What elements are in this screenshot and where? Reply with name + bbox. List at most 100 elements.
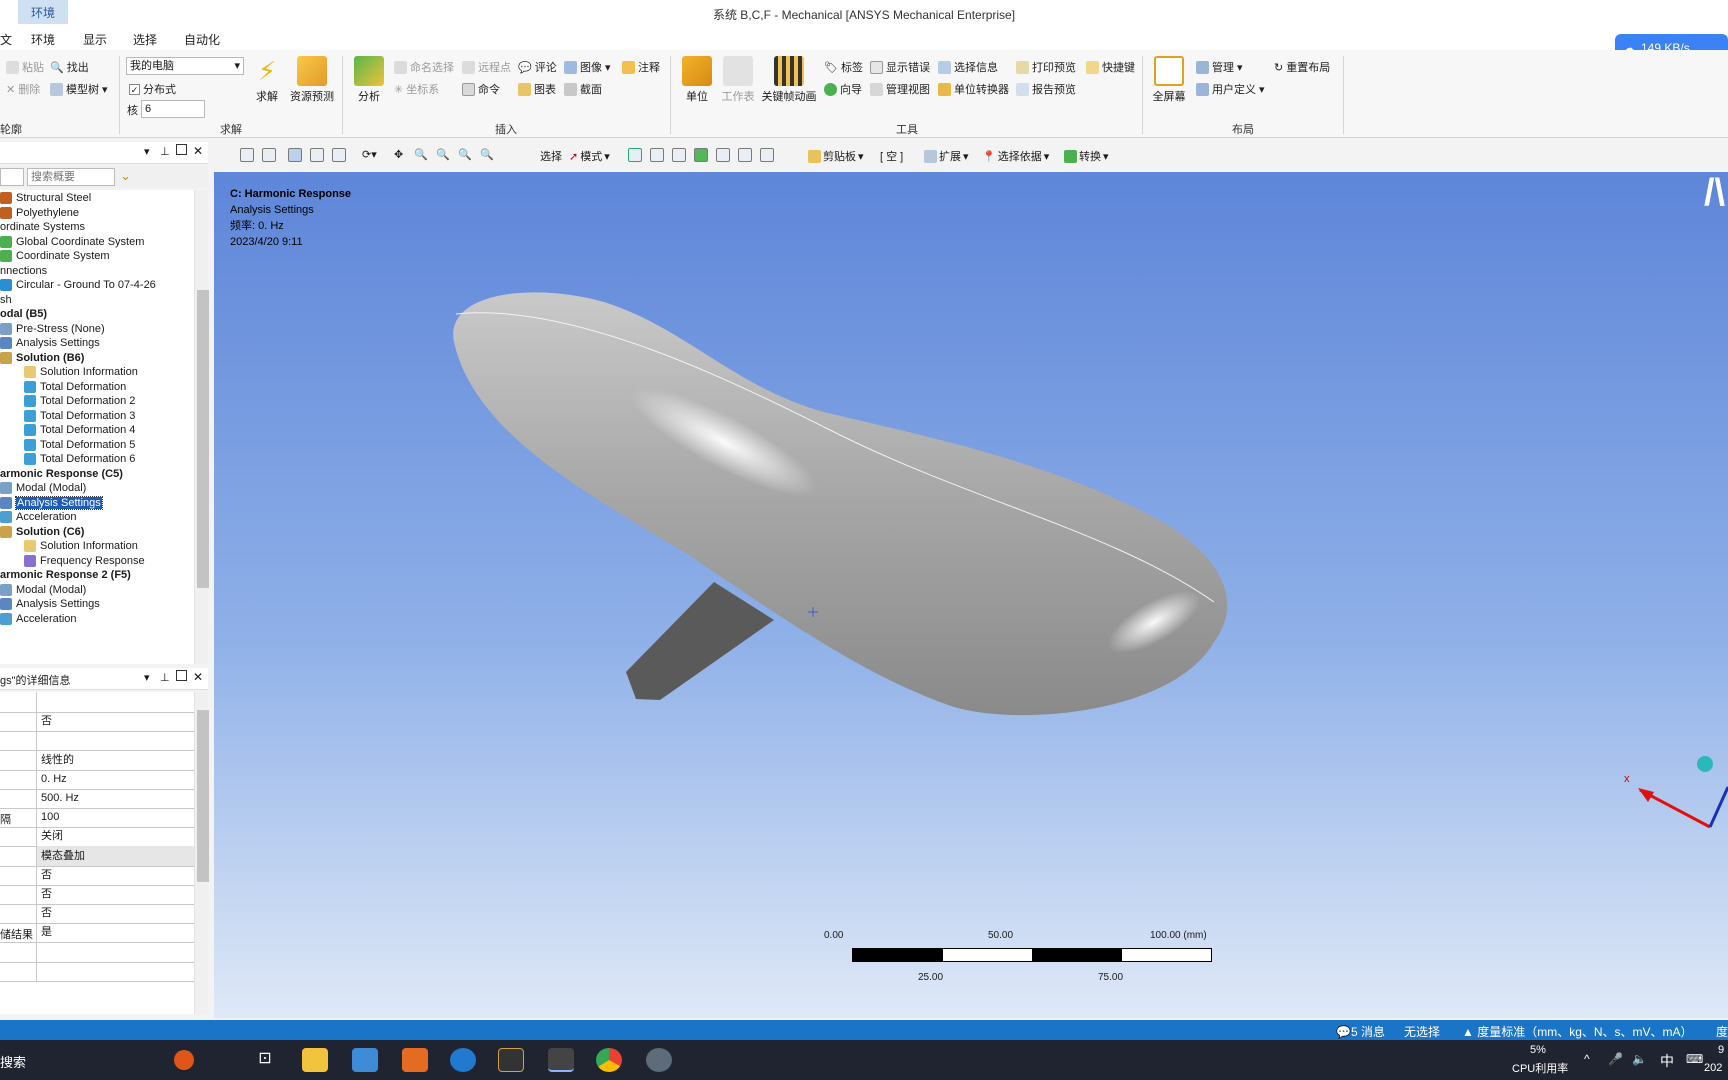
cores-input[interactable]: 6 — [141, 100, 205, 118]
details-value[interactable] — [36, 730, 194, 751]
details-value[interactable]: 线性的 — [36, 749, 194, 770]
details-scrollbar[interactable] — [194, 692, 209, 1014]
details-row[interactable] — [0, 692, 194, 713]
chart-button[interactable]: 图表 — [518, 81, 556, 97]
details-value[interactable]: 模态叠加 — [36, 845, 194, 866]
unit-converter-button[interactable]: 单位转换器 — [938, 81, 1009, 97]
details-row[interactable]: 模态叠加 — [0, 845, 194, 867]
zoom-out-icon[interactable]: 🔍 — [436, 148, 450, 161]
tab-file[interactable]: 文 — [0, 31, 12, 48]
shortcuts-button[interactable]: 快捷键 — [1086, 59, 1135, 75]
model-tree-button[interactable]: 模型树 ▾ — [50, 81, 108, 97]
details-value[interactable]: 否 — [36, 884, 194, 904]
reset-layout-button[interactable]: ↻ 重置布局 — [1274, 59, 1330, 75]
fullscreen-button[interactable]: 全屏幕 — [1150, 56, 1188, 104]
details-value[interactable]: 否 — [36, 903, 194, 924]
resource-prediction-button[interactable]: 资源预测 — [288, 56, 336, 104]
zoom-in-icon[interactable]: 🔍 — [414, 148, 428, 161]
details-row[interactable] — [0, 960, 194, 982]
details-row[interactable]: 线性的 — [0, 749, 194, 771]
worksheet-button[interactable]: 工作表 — [720, 56, 756, 104]
pin-icon[interactable]: ⊥ — [160, 671, 170, 684]
app-icon[interactable] — [174, 1050, 194, 1070]
details-row[interactable]: 隔 100 — [0, 807, 194, 829]
details-row[interactable]: 否 — [0, 903, 194, 925]
chat-icon[interactable] — [646, 1048, 672, 1072]
workbench-icon[interactable] — [498, 1048, 524, 1072]
messages-button[interactable]: 💬5 消息 — [1336, 1023, 1385, 1040]
select-element-icon[interactable] — [738, 148, 752, 162]
analysis-button[interactable]: 分析 — [352, 56, 386, 104]
recorder-icon[interactable] — [402, 1048, 428, 1072]
details-row[interactable]: 否 — [0, 884, 194, 905]
find-button[interactable]: 🔍 找出 — [50, 59, 89, 75]
report-preview-button[interactable]: 报告预览 — [1016, 81, 1076, 97]
pan-icon[interactable]: ✥ — [394, 148, 403, 161]
select-body-icon[interactable] — [694, 148, 708, 162]
volume-icon[interactable]: 🔈 — [1632, 1052, 1647, 1066]
tab-automation[interactable]: 自动化 — [184, 31, 220, 48]
paste-button[interactable]: 粘贴 — [6, 59, 44, 75]
named-selection-button[interactable]: 命名选择 — [394, 59, 454, 75]
tree-item[interactable]: Acceleration — [0, 611, 77, 627]
pane-menu-icon[interactable]: ▾ — [144, 145, 150, 158]
convert-button[interactable]: 转换 ▾ — [1064, 148, 1109, 164]
command-button[interactable]: 命令 — [462, 81, 500, 97]
feishu-icon[interactable] — [352, 1048, 378, 1072]
comment-button[interactable]: 💬 评论 — [518, 59, 557, 75]
clipboard-button[interactable]: 剪贴板 ▾ — [808, 148, 864, 164]
tree-scrollbar[interactable] — [194, 190, 209, 664]
image-button[interactable]: 图像 ▾ — [564, 59, 611, 75]
wizard-button[interactable]: 向导 — [824, 81, 862, 97]
chevron-down-icon[interactable]: ⌄ — [120, 168, 131, 184]
selection-info-button[interactable]: 选择信息 — [938, 59, 998, 75]
tab-display[interactable]: 显示 — [83, 31, 107, 48]
mechanical-icon[interactable] — [548, 1048, 574, 1072]
chevron-up-icon[interactable]: ^ — [1584, 1052, 1590, 1066]
details-value[interactable]: 0. Hz — [36, 768, 194, 789]
display-style-icon[interactable] — [332, 148, 346, 162]
manage-views-button[interactable]: 管理视图 — [870, 81, 930, 97]
tree-search-input[interactable] — [27, 168, 115, 186]
distributed-checkbox[interactable]: ✓ 分布式 — [129, 81, 176, 97]
units-button[interactable]: 单位 — [680, 56, 714, 104]
close-icon[interactable]: ✕ — [193, 144, 203, 158]
manage-button[interactable]: 管理 ▾ — [1196, 59, 1243, 75]
seat-post[interactable] — [626, 582, 774, 700]
details-value[interactable]: 是 — [36, 922, 194, 943]
details-value[interactable]: 否 — [36, 864, 194, 885]
task-view-icon[interactable]: ⊡ — [252, 1048, 278, 1072]
select-mode-button[interactable]: ➚ 模式 ▾ — [569, 148, 610, 164]
machine-select[interactable]: 我的电脑 ▾ — [126, 57, 244, 75]
pin-icon[interactable]: ⊥ — [160, 145, 170, 158]
remote-point-button[interactable]: 远程点 — [462, 59, 511, 75]
zoom-fit-icon[interactable] — [240, 148, 254, 162]
show-errors-button[interactable]: 显示错误 — [870, 59, 930, 75]
rotate-icon[interactable]: ⟳▾ — [362, 148, 377, 161]
select-element-face-icon[interactable] — [760, 148, 774, 162]
section-button[interactable]: 截面 — [564, 81, 602, 97]
details-value[interactable]: 否 — [36, 711, 194, 732]
select-face-icon[interactable] — [672, 148, 686, 162]
details-row[interactable]: 储结果是 — [0, 922, 194, 944]
keyframe-animation-button[interactable]: 关键帧动画 — [760, 56, 818, 104]
triad-ball-icon[interactable] — [1697, 756, 1713, 772]
select-edge-icon[interactable] — [650, 148, 664, 162]
ime-indicator[interactable]: 中 — [1660, 1051, 1674, 1071]
details-row[interactable]: 否 — [0, 711, 194, 733]
graphics-viewport[interactable]: C: Harmonic Response Analysis Settings 频… — [214, 172, 1728, 1018]
details-value[interactable]: 关闭 — [36, 826, 194, 847]
microphone-icon[interactable]: 🎤 — [1608, 1052, 1623, 1066]
details-value[interactable]: 100 — [36, 807, 194, 828]
filter-dropdown[interactable] — [0, 168, 24, 186]
browser-icon[interactable] — [450, 1048, 476, 1072]
select-by-button[interactable]: 📍 选择依据 ▾ — [982, 148, 1049, 164]
details-row[interactable]: 500. Hz — [0, 788, 194, 809]
details-row[interactable] — [0, 941, 194, 963]
maximize-icon[interactable] — [176, 144, 187, 155]
tag-button[interactable]: 🏷 标签 — [824, 59, 863, 75]
input-mode-icon[interactable]: ⌨ — [1686, 1052, 1703, 1066]
details-value[interactable] — [36, 692, 194, 712]
maximize-icon[interactable] — [176, 670, 187, 681]
zoom-to-fit-icon[interactable]: 🔍 — [480, 148, 494, 161]
